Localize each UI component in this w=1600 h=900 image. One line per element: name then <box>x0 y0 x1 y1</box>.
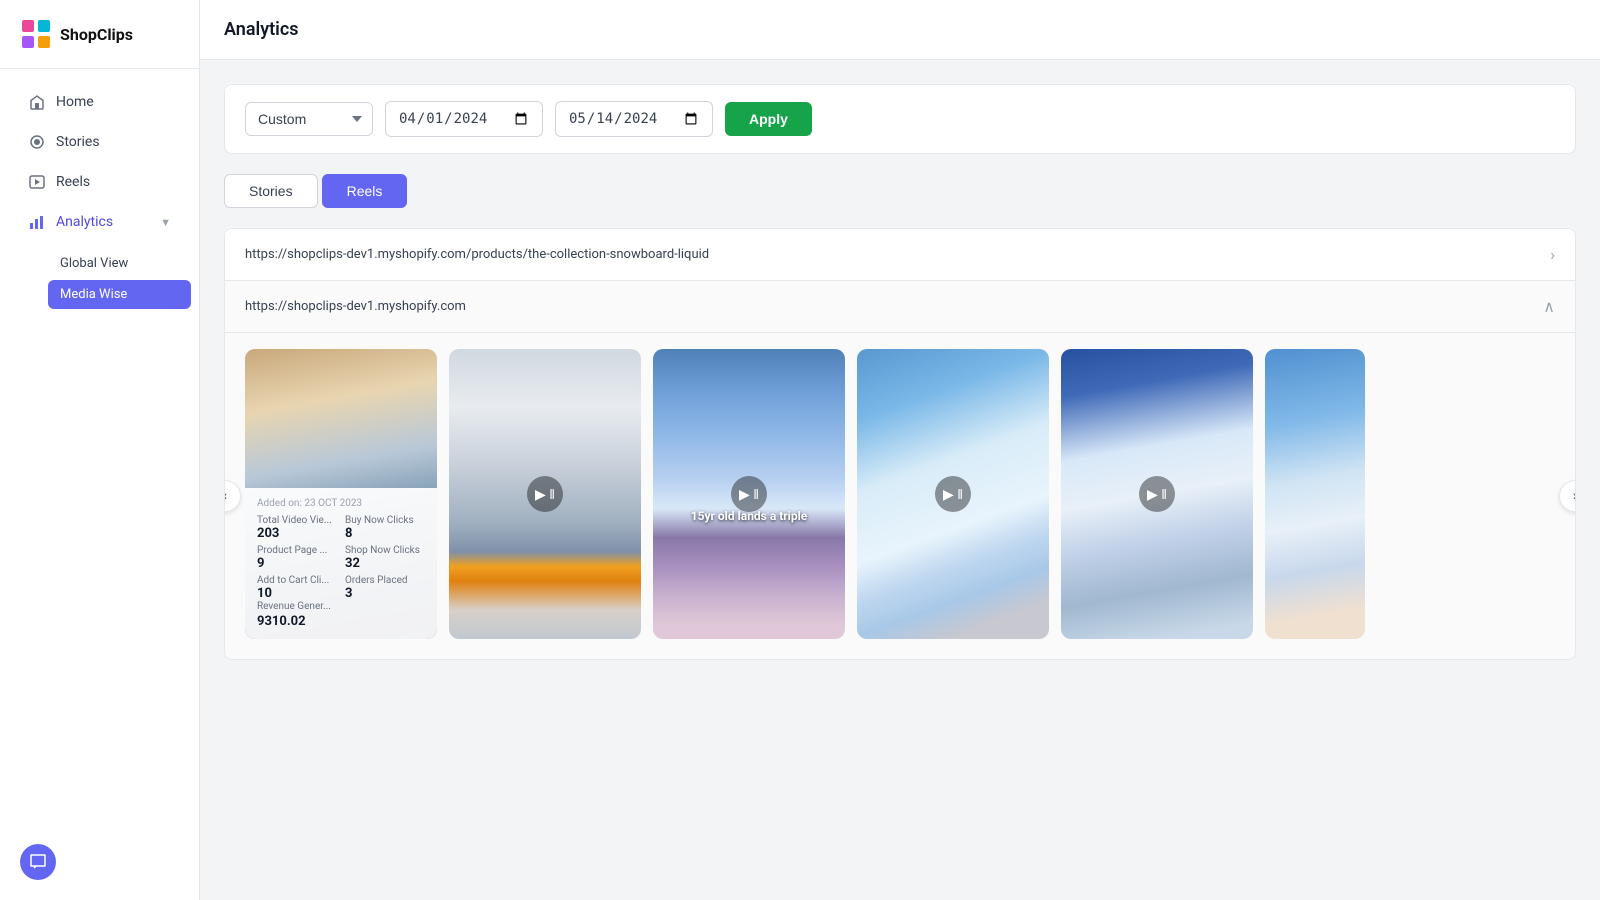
stat-label-orders: Orders Placed 3 <box>345 575 425 601</box>
media-grid-wrapper: ‹ Added on: 23 OCT 2023 Total Video Vie.… <box>225 333 1575 659</box>
sidebar-logo: ShopClips <box>0 0 199 69</box>
media-grid: Added on: 23 OCT 2023 Total Video Vie...… <box>245 349 1555 639</box>
date-to-input[interactable] <box>555 101 713 137</box>
apply-button[interactable]: Apply <box>725 102 812 136</box>
media-card-1-overlay: Added on: 23 OCT 2023 Total Video Vie...… <box>245 488 437 639</box>
main-content: Analytics Custom Last 7 Days Last 30 Day… <box>200 0 1600 900</box>
sidebar-item-home[interactable]: Home <box>8 83 191 121</box>
reels-icon <box>28 173 46 191</box>
url-chevron-up-2: ∧ <box>1543 297 1555 316</box>
analytics-icon <box>28 213 46 231</box>
stat-label-shop-now: Shop Now Clicks 32 <box>345 545 425 571</box>
url-chevron-right-1: › <box>1550 245 1555 264</box>
stat-label-add-cart: Add to Cart Cli... 10 <box>257 575 337 601</box>
sidebar-item-home-label: Home <box>56 94 94 110</box>
media-card-3[interactable]: ▶ ‖ 15yr old lands a triple <box>653 349 845 639</box>
sidebar: ShopClips Home Stories Reels Analytics <box>0 0 200 900</box>
sidebar-item-reels[interactable]: Reels <box>8 163 191 201</box>
tab-stories[interactable]: Stories <box>224 174 318 208</box>
url-row-1[interactable]: https://shopclips-dev1.myshopify.com/pro… <box>225 229 1575 281</box>
card-1-date: Added on: 23 OCT 2023 <box>257 498 425 509</box>
media-card-1[interactable]: Added on: 23 OCT 2023 Total Video Vie...… <box>245 349 437 639</box>
app-name: ShopClips <box>60 25 133 44</box>
card-1-stats-grid: Total Video Vie... 203 Buy Now Clicks 8 … <box>257 515 425 601</box>
chat-button[interactable] <box>20 844 56 880</box>
date-range-select[interactable]: Custom Last 7 Days Last 30 Days Last 90 … <box>245 102 373 136</box>
url-section: https://shopclips-dev1.myshopify.com/pro… <box>224 228 1576 660</box>
media-card-5[interactable]: ▶ ‖ <box>1061 349 1253 639</box>
filter-bar: Custom Last 7 Days Last 30 Days Last 90 … <box>224 84 1576 154</box>
page-title: Analytics <box>224 19 299 40</box>
video-text-overlay-3: 15yr old lands a triple <box>653 509 845 523</box>
play-button-2[interactable]: ▶ ‖ <box>527 476 563 512</box>
stories-icon <box>28 133 46 151</box>
url-text-2: https://shopclips-dev1.myshopify.com <box>245 299 466 314</box>
media-wise-label: Media Wise <box>60 287 127 302</box>
sidebar-item-stories-label: Stories <box>56 134 100 150</box>
carousel-prev-button[interactable]: ‹ <box>224 480 241 512</box>
content-area: Custom Last 7 Days Last 30 Days Last 90 … <box>200 60 1600 900</box>
logo-icon <box>20 18 52 50</box>
media-card-2[interactable]: ▶ ‖ <box>449 349 641 639</box>
sidebar-item-media-wise[interactable]: Media Wise <box>48 280 191 309</box>
url-row-2[interactable]: https://shopclips-dev1.myshopify.com ∧ <box>225 281 1575 333</box>
play-button-3[interactable]: ▶ ‖ <box>731 476 767 512</box>
sidebar-item-analytics[interactable]: Analytics ▼ <box>8 203 191 241</box>
analytics-subnav: Global View Media Wise <box>0 243 199 315</box>
date-from-input[interactable] <box>385 101 543 137</box>
stat-label-total-views: Total Video Vie... 203 <box>257 515 337 541</box>
sidebar-item-stories[interactable]: Stories <box>8 123 191 161</box>
analytics-expand-icon: ▼ <box>160 216 171 229</box>
play-button-4[interactable]: ▶ ‖ <box>935 476 971 512</box>
url-text-1: https://shopclips-dev1.myshopify.com/pro… <box>245 247 709 262</box>
carousel-next-button[interactable]: › <box>1559 480 1576 512</box>
sidebar-item-reels-label: Reels <box>56 174 90 190</box>
sidebar-item-global-view[interactable]: Global View <box>48 249 191 278</box>
topbar: Analytics <box>200 0 1600 60</box>
play-button-5[interactable]: ▶ ‖ <box>1139 476 1175 512</box>
media-card-4[interactable]: ▶ ‖ <box>857 349 1049 639</box>
media-card-6[interactable] <box>1265 349 1365 639</box>
sidebar-navigation: Home Stories Reels Analytics ▼ Global Vi… <box>0 69 199 900</box>
sidebar-item-analytics-label: Analytics <box>56 214 113 230</box>
stat-label-product-page: Product Page ... 9 <box>257 545 337 571</box>
tab-reels[interactable]: Reels <box>322 174 408 208</box>
stat-revenue: Revenue Gener... 9310.02 <box>257 601 425 629</box>
content-tabs: Stories Reels <box>224 174 1576 208</box>
global-view-label: Global View <box>60 256 128 271</box>
stat-label-buy-now: Buy Now Clicks 8 <box>345 515 425 541</box>
home-icon <box>28 93 46 111</box>
